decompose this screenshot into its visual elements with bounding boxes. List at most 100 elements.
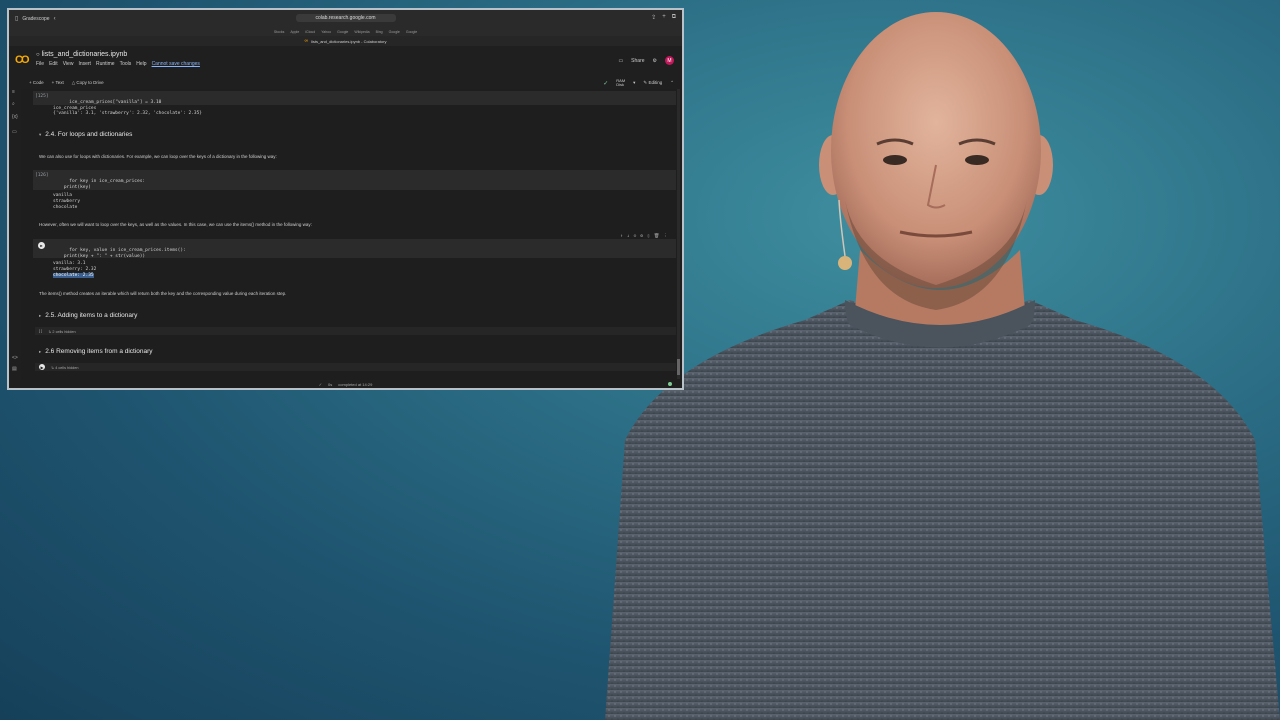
active-tab-title[interactable]: lists_and_dictionaries.ipynb - Colaborat…: [311, 39, 386, 44]
bookmark-bing[interactable]: Bing: [376, 30, 383, 34]
menu-tools[interactable]: Tools: [120, 61, 132, 67]
colab-favicon-icon: ∞: [304, 38, 309, 44]
section-heading-2-5[interactable]: ▸ 2.5. Adding items to a dictionary: [39, 312, 137, 319]
code-text[interactable]: for key in ice_cream_prices: print(key): [53, 179, 145, 190]
bookmark-google[interactable]: Google: [337, 30, 348, 34]
completed-status[interactable]: completed at 14:29: [338, 382, 372, 387]
sidebar-toggle-icon[interactable]: ▯: [15, 15, 18, 22]
copy-to-drive-button[interactable]: △ Copy to Drive: [72, 80, 104, 86]
hidden-cells-2-5[interactable]: [ ] ↳ 2 cells hidden: [35, 327, 676, 335]
bookmark-yahoo[interactable]: Yahoo: [321, 30, 331, 34]
run-cell-icon[interactable]: ▶: [39, 364, 45, 370]
avatar[interactable]: M: [665, 56, 674, 65]
markdown-text: The items() method creates an iterable w…: [39, 291, 287, 296]
bookmarks-bar: Stocks Apple iCloud Yahoo Google Wikiped…: [9, 27, 682, 36]
code-cell-active[interactable]: ▶ for key, value in ice_cream_prices.item…: [33, 234, 676, 259]
profile-tab[interactable]: Gradescope: [22, 16, 49, 22]
cell-output-125: {'vanilla': 3.1, 'strawberry': 2.32, 'ch…: [53, 111, 203, 116]
left-sidebar: ≡ ⌕ {x} ▭ <> ▤ ▬: [9, 89, 21, 388]
exec-time: 0s: [328, 381, 333, 387]
code-cell-126[interactable]: [126] for key in ice_cream_prices: print(…: [33, 170, 676, 190]
hidden-cells-label[interactable]: ↳ 4 cells hidden: [51, 365, 78, 370]
colab-logo[interactable]: CO: [15, 54, 29, 66]
bookmark-google-3[interactable]: Google: [406, 30, 417, 34]
cell-output-126: vanilla strawberry chocolate: [53, 193, 81, 210]
editing-toggle[interactable]: ✎ Editing: [643, 80, 662, 86]
move-up-icon[interactable]: ↑: [620, 234, 623, 240]
menu-view[interactable]: View: [63, 61, 74, 67]
collapse-header-icon[interactable]: ⌃: [670, 80, 674, 86]
colab-header: CO ○ lists_and_dictionaries.ipynb File Ed…: [9, 46, 682, 79]
share-page-icon[interactable]: ⇪: [651, 14, 656, 21]
section-heading-2-4[interactable]: ▾ 2.4. For loops and dictionaries: [39, 131, 132, 138]
browser-top-bar: ▯ Gradescope ‹ colab.research.google.com…: [9, 10, 682, 27]
new-tab-icon[interactable]: +: [662, 14, 666, 21]
mirror-cell-icon[interactable]: ▯: [647, 234, 650, 240]
add-text-button[interactable]: + Text: [52, 80, 64, 86]
exec-count-126: [126]: [35, 173, 49, 178]
cell-output-active: vanilla: 3.1 strawberry: 2.32 chocolate:…: [53, 261, 97, 278]
hidden-cells-label[interactable]: ↳ 2 cells hidden: [48, 329, 75, 334]
expand-caret-icon[interactable]: ▸: [39, 349, 41, 355]
command-palette-icon[interactable]: ▤: [12, 366, 17, 372]
menu-file[interactable]: File: [36, 61, 44, 67]
cell-settings-icon[interactable]: ⚙: [640, 234, 643, 240]
markdown-text: However, often we will want to loop over…: [39, 222, 312, 227]
connection-dot: [668, 382, 672, 386]
status-bar: ✓ 0s completed at 14:29: [9, 380, 682, 388]
selected-output-text[interactable]: chocolate: 2.35: [53, 273, 94, 278]
menu-insert[interactable]: Insert: [78, 61, 91, 67]
delete-cell-icon[interactable]: 🗑: [654, 234, 660, 240]
section-heading-2-6[interactable]: ▸ 2.6 Removing items from a dictionary: [39, 348, 153, 355]
code-cell-125[interactable]: [125] ice_cream_prices["vanilla"] = 3.10 …: [33, 91, 676, 111]
bookmark-apple[interactable]: Apple: [290, 30, 299, 34]
add-code-button[interactable]: + Code: [29, 80, 44, 86]
comment-icon[interactable]: ▭: [618, 58, 623, 64]
status-check-icon: ✓: [318, 381, 323, 387]
unsaved-notice[interactable]: Cannot save changes: [152, 61, 200, 67]
settings-gear-icon[interactable]: ⚙: [653, 58, 657, 64]
collapse-caret-icon[interactable]: ▾: [39, 132, 41, 138]
bookmark-wikipedia[interactable]: Wikipedia: [354, 30, 369, 34]
expand-caret-icon[interactable]: ▸: [39, 313, 41, 319]
browser-tab-bar: ∞ lists_and_dictionaries.ipynb - Colabor…: [9, 36, 682, 46]
address-bar[interactable]: colab.research.google.com: [295, 14, 396, 22]
link-icon[interactable]: ⊝: [634, 234, 637, 240]
code-snippets-icon[interactable]: <>: [12, 355, 18, 361]
exec-placeholder: [ ]: [39, 329, 43, 333]
notebook-toolbar: + Code + Text △ Copy to Drive ✓ RAM Disk …: [9, 79, 682, 89]
scrollbar[interactable]: [677, 89, 680, 379]
menu-bar: File Edit View Insert Runtime Tools Help…: [36, 61, 200, 67]
variables-icon[interactable]: {x}: [12, 114, 18, 120]
exec-count-125: [125]: [35, 94, 49, 99]
more-options-icon[interactable]: ⋮: [664, 234, 669, 240]
presenter-video: [605, 12, 1280, 720]
screen-share-window: ▯ Gradescope ‹ colab.research.google.com…: [7, 8, 684, 390]
files-icon[interactable]: ▭: [12, 129, 17, 135]
connected-check-icon: ✓: [603, 80, 609, 87]
runtime-dropdown-icon[interactable]: ▾: [633, 80, 635, 86]
resource-meter[interactable]: RAM Disk: [616, 79, 625, 87]
code-text[interactable]: for key, value in ice_cream_prices.items…: [53, 248, 186, 259]
back-icon[interactable]: ‹: [54, 16, 56, 22]
menu-runtime[interactable]: Runtime: [96, 61, 115, 67]
menu-help[interactable]: Help: [136, 61, 146, 67]
toc-icon[interactable]: ≡: [12, 89, 15, 95]
search-icon[interactable]: ⌕: [12, 101, 15, 107]
markdown-text: We can also use for loops with dictionar…: [39, 154, 277, 159]
notebook-content: [125] ice_cream_prices["vanilla"] = 3.10 …: [21, 89, 682, 382]
bookmark-stocks[interactable]: Stocks: [274, 30, 285, 34]
scrollbar-thumb[interactable]: [677, 359, 680, 375]
hidden-cells-2-6[interactable]: ▶ ↳ 4 cells hidden: [35, 363, 676, 371]
share-button[interactable]: Share: [631, 58, 644, 64]
bookmark-google-2[interactable]: Google: [389, 30, 400, 34]
bookmark-icloud[interactable]: iCloud: [305, 30, 315, 34]
move-down-icon[interactable]: ↓: [627, 234, 630, 240]
github-icon: ○: [36, 52, 40, 58]
code-text[interactable]: ice_cream_prices["vanilla"] = 3.10 ice_c…: [53, 100, 161, 111]
menu-edit[interactable]: Edit: [49, 61, 58, 67]
cell-toolbar: ↑ ↓ ⊝ ⚙ ▯ 🗑 ⋮: [620, 234, 668, 240]
tab-overview-icon[interactable]: ⧉: [672, 14, 676, 21]
run-cell-icon[interactable]: ▶: [38, 242, 45, 249]
notebook-title[interactable]: ○ lists_and_dictionaries.ipynb: [36, 51, 127, 58]
